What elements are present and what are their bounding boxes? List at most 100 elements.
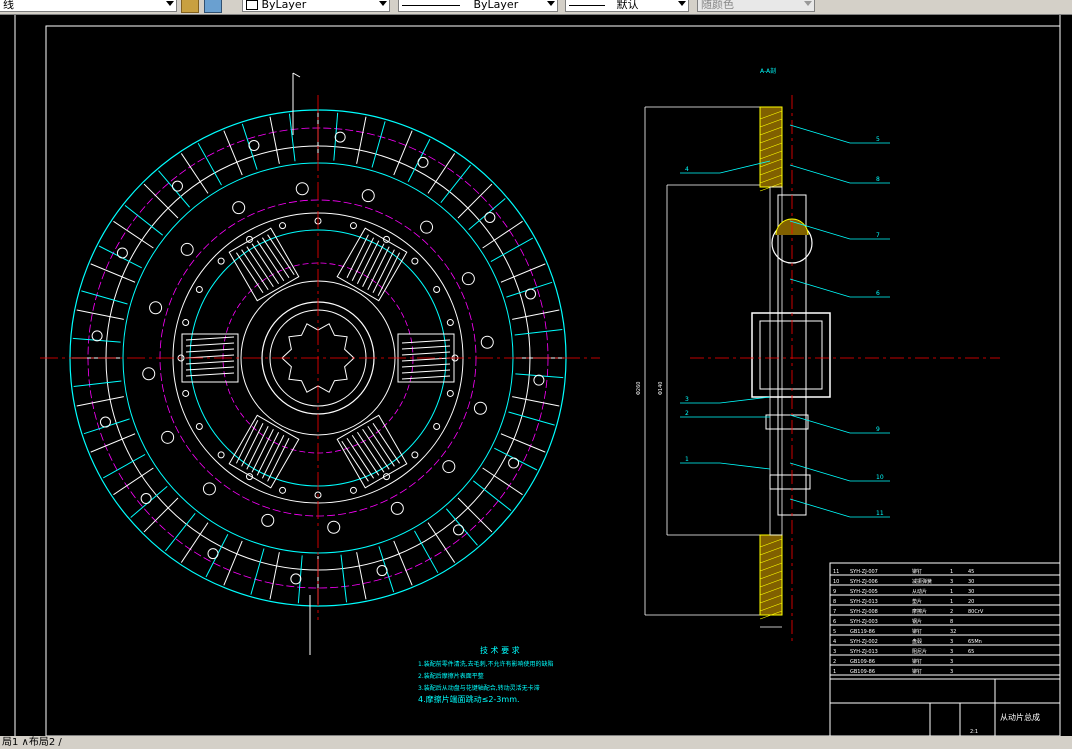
bom-cell: 铆钉 bbox=[912, 668, 922, 675]
layer-states-icon[interactable] bbox=[204, 0, 222, 13]
callout-right: 5 bbox=[876, 136, 880, 143]
bom-cell: 30 bbox=[968, 579, 974, 585]
plotstyle-value: 随颜色 bbox=[701, 0, 734, 11]
bom-cell: 盘毂 bbox=[912, 638, 922, 645]
bom-cell: 从动片 bbox=[912, 588, 927, 595]
callout-right: 6 bbox=[876, 290, 880, 297]
bom-cell: 6 bbox=[833, 619, 836, 625]
callout-left: 4 bbox=[685, 166, 689, 173]
chevron-down-icon bbox=[379, 1, 387, 6]
bom-cell: 2 bbox=[950, 609, 953, 615]
bom-cell: 摩擦片 bbox=[912, 608, 927, 615]
lineweight-dropdown[interactable]: 默认 bbox=[565, 0, 689, 12]
bom-cell: 2 bbox=[833, 659, 836, 665]
properties-toolbar: 线 ByLayer ByLayer 默认 随颜色 bbox=[0, 0, 1072, 15]
bom-cell: 65 bbox=[968, 649, 974, 655]
bom-cell: 铆钉 bbox=[912, 628, 922, 635]
callout-left: 2 bbox=[685, 410, 689, 417]
dim-outer: Φ260 bbox=[636, 382, 642, 395]
bom-cell: 9 bbox=[833, 589, 836, 595]
drawing-svg: A-A剖 Φ260 Φ140 5876910114321 技 术 要 求 1.装 bbox=[14, 12, 1061, 740]
bom-cell: 30 bbox=[968, 589, 974, 595]
bom-cell: 8 bbox=[833, 599, 836, 605]
bom-cell: 11 bbox=[833, 569, 839, 575]
bom-cell: 3 bbox=[950, 659, 953, 665]
color-value: ByLayer bbox=[261, 0, 307, 11]
bom-cell: 钢片 bbox=[912, 618, 922, 625]
tech-note-4: 4.摩擦片端面跳动≤2-3mm. bbox=[418, 694, 520, 704]
bom-cell: 45 bbox=[968, 569, 974, 575]
bom-cell: 8 bbox=[950, 619, 953, 625]
tech-requirements: 技 术 要 求 1.装配前零件清洗,去毛刺,不允许有影响使用的缺陷 2.装配后摩… bbox=[418, 645, 554, 704]
bom-cell: 铆钉 bbox=[912, 658, 922, 665]
tech-note-2: 2.装配后摩擦片表面平整 bbox=[418, 672, 484, 680]
color-dropdown[interactable]: ByLayer bbox=[242, 0, 390, 12]
model-space-canvas[interactable]: A-A剖 Φ260 Φ140 5 8 7 6 9 10 11 4 3 2 1 技 术 要 求 1.装 bbox=[0, 12, 1072, 740]
tech-title: 技 术 要 求 bbox=[480, 645, 520, 655]
bom-cell: SYH-ZJ-013 bbox=[850, 599, 878, 605]
color-swatch-icon bbox=[246, 0, 258, 10]
layout-tabs[interactable]: 局1 ∧布局2 / bbox=[2, 736, 62, 749]
layer-manager-icon[interactable] bbox=[181, 0, 199, 13]
bom-cell: 80CrV bbox=[968, 609, 984, 615]
linetype-value: ByLayer bbox=[473, 0, 519, 11]
bom-cell: 垫片 bbox=[912, 598, 922, 605]
bom-cell: 3 bbox=[950, 649, 953, 655]
bom-cell: 1 bbox=[950, 589, 953, 595]
line-sample-icon bbox=[402, 4, 460, 6]
bom-cell: 4 bbox=[833, 639, 836, 645]
bom-cell: SYH-ZJ-007 bbox=[850, 569, 878, 575]
bom-cell: 阻尼片 bbox=[912, 648, 927, 655]
callout-left: 1 bbox=[685, 456, 689, 463]
bom-cell: 3 bbox=[833, 649, 836, 655]
bom-cell: 减振弹簧 bbox=[912, 578, 932, 585]
bom-cell: 铆钉 bbox=[912, 568, 922, 575]
bom-cell: 3 bbox=[950, 639, 953, 645]
chevron-down-icon bbox=[678, 1, 686, 6]
bom-cell: SYH-ZJ-013 bbox=[850, 649, 878, 655]
callout-right: 10 bbox=[876, 474, 884, 481]
inner-frame bbox=[45, 25, 1061, 737]
bom-cell: GB119-86 bbox=[850, 629, 875, 635]
bom-cell: 65Mn bbox=[968, 639, 982, 645]
title-block: 11 SYH-ZJ-007 铆钉 1 4510 SYH-ZJ-006 减振弹簧 3 309 SYH… bbox=[829, 562, 1061, 737]
bom-cell: 1 bbox=[950, 569, 953, 575]
linetype-label: 线 bbox=[3, 0, 14, 11]
bom-cell: SYH-ZJ-003 bbox=[850, 619, 878, 625]
tech-note-3: 3.装配后从动盘与花键轴配合,转动灵活无卡滞 bbox=[418, 684, 540, 692]
line-sample-icon bbox=[569, 4, 605, 6]
section-label: A-A剖 bbox=[760, 67, 776, 75]
title-name: 从动片总成 bbox=[1000, 712, 1040, 722]
lineweight-value: 默认 bbox=[616, 0, 639, 11]
bom-cell: 3 bbox=[950, 579, 953, 585]
bom-cell: 10 bbox=[833, 579, 839, 585]
bom-cell: 32 bbox=[950, 629, 956, 635]
callout-right: 9 bbox=[876, 426, 880, 433]
callout-right: 11 bbox=[876, 510, 884, 517]
chevron-down-icon bbox=[547, 1, 555, 6]
bom-cell: 1 bbox=[950, 599, 953, 605]
linetype-control-dropdown[interactable]: ByLayer bbox=[398, 0, 558, 12]
dim-inner: Φ140 bbox=[658, 382, 664, 395]
bom-cell: SYH-ZJ-008 bbox=[850, 609, 878, 615]
bom-cell: 5 bbox=[833, 629, 836, 635]
clutch-disc-front-view bbox=[40, 72, 600, 655]
bom-cell: 7 bbox=[833, 609, 836, 615]
linetype-dropdown[interactable]: 线 bbox=[0, 0, 177, 12]
bom-cell: SYH-ZJ-006 bbox=[850, 579, 878, 585]
tech-note-1: 1.装配前零件清洗,去毛刺,不允许有影响使用的缺陷 bbox=[418, 660, 554, 668]
bom-cell: 20 bbox=[968, 599, 974, 605]
callout-left: 3 bbox=[685, 396, 689, 403]
callout-right: 8 bbox=[876, 176, 880, 183]
bom-cell: SYH-ZJ-005 bbox=[850, 589, 878, 595]
chevron-down-icon bbox=[166, 1, 174, 6]
bom-cell: SYH-ZJ-002 bbox=[850, 639, 878, 645]
bom-cell: 3 bbox=[950, 669, 953, 675]
section-side-view: A-A剖 Φ260 Φ140 5876910114321 bbox=[636, 67, 1000, 645]
plotstyle-dropdown[interactable]: 随颜色 bbox=[697, 0, 815, 12]
bom-cell: GB109-86 bbox=[850, 659, 875, 665]
bom-cell: 1 bbox=[833, 669, 836, 675]
chevron-down-icon bbox=[804, 1, 812, 6]
callout-right: 7 bbox=[876, 232, 880, 239]
layout-tabs-bar: 局1 ∧布局2 / bbox=[0, 736, 1072, 749]
